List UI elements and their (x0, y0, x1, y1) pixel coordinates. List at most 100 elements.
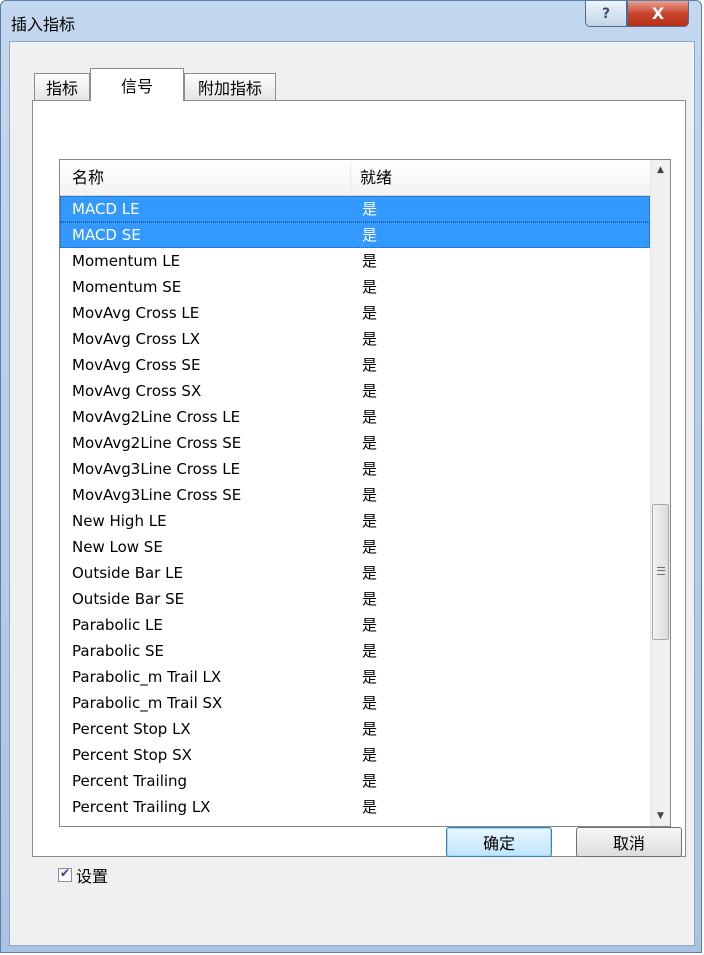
list-row[interactable]: MovAvg3Line Cross SE 是 (60, 482, 650, 508)
row-name: Parabolic SE (72, 642, 164, 660)
row-name: Percent Trailing (72, 772, 188, 790)
list-row[interactable]: MovAvg Cross SE 是 (60, 352, 650, 378)
row-ready: 是 (362, 590, 378, 608)
list-row[interactable]: MovAvg Cross SX 是 (60, 378, 650, 404)
scroll-up-arrow-icon[interactable]: ▲ (651, 160, 670, 180)
insert-indicator-dialog: 插入指标 ? X 名称 就绪 MACD LE 是 MACD SE 是 Momentum … (0, 0, 702, 953)
cancel-button[interactable]: 取消 (576, 827, 682, 857)
row-ready: 是 (362, 642, 378, 660)
column-header-ready[interactable]: 就绪 (360, 160, 392, 195)
row-name: Percent Trailing LX (72, 798, 211, 816)
row-ready: 是 (362, 720, 378, 738)
row-name: MovAvg2Line Cross SE (72, 434, 242, 452)
row-name: MovAvg3Line Cross SE (72, 486, 242, 504)
settings-checkbox[interactable] (58, 866, 72, 882)
list-row[interactable]: New Low SE 是 (60, 534, 650, 560)
row-ready: 是 (362, 252, 378, 270)
row-ready: 是 (362, 200, 378, 218)
list-row[interactable]: MovAvg Cross LX 是 (60, 326, 650, 352)
row-name: New Low SE (72, 538, 163, 556)
row-ready: 是 (362, 820, 377, 826)
tab-indicators[interactable]: 指标 (34, 73, 90, 100)
list-row[interactable]: Outside Bar SE 是 (60, 586, 650, 612)
help-button[interactable]: ? (585, 1, 627, 27)
row-name: MACD LE (72, 200, 140, 218)
close-icon: X (651, 4, 665, 23)
row-ready: 是 (362, 798, 378, 816)
vertical-scrollbar[interactable]: ▲ ▼ (650, 160, 670, 826)
list-row[interactable]: Percent Trailing LX 是 (60, 794, 650, 820)
row-ready: 是 (362, 694, 378, 712)
row-name: New High LE (72, 512, 167, 530)
list-row[interactable]: MovAvg2Line Cross SE 是 (60, 430, 650, 456)
row-ready: 是 (362, 512, 378, 530)
row-ready: 是 (362, 226, 378, 244)
row-ready: 是 (362, 304, 378, 322)
list-row[interactable]: Momentum LE 是 (60, 248, 650, 274)
row-name: Percent Trailing SX (72, 820, 212, 826)
list-row[interactable]: Percent Stop LX 是 (60, 716, 650, 742)
list-row[interactable]: Parabolic SE 是 (60, 638, 650, 664)
scrollbar-thumb[interactable] (652, 504, 669, 640)
row-name: MovAvg2Line Cross LE (72, 408, 241, 426)
list-row[interactable]: Outside Bar LE 是 (60, 560, 650, 586)
settings-checkbox-row[interactable]: 设置 (58, 865, 109, 886)
row-ready: 是 (362, 330, 378, 348)
signal-list[interactable]: 名称 就绪 MACD LE 是 MACD SE 是 Momentum LE 是 Moment… (59, 159, 671, 827)
help-icon: ? (601, 5, 611, 22)
close-button[interactable]: X (627, 1, 689, 27)
window-title: 插入指标 (11, 15, 76, 34)
tab-extra-indicators[interactable]: 附加指标 (184, 73, 276, 100)
scroll-down-arrow-icon[interactable]: ▼ (651, 806, 670, 826)
title-bar: 插入指标 ? X (1, 1, 701, 41)
row-ready: 是 (362, 486, 378, 504)
row-name: Outside Bar LE (72, 564, 183, 582)
row-name: Momentum SE (72, 278, 182, 296)
list-row[interactable]: Parabolic_m Trail SX 是 (60, 690, 650, 716)
row-name: MovAvg3Line Cross LE (72, 460, 241, 478)
list-header: 名称 就绪 (60, 160, 650, 196)
row-ready: 是 (362, 278, 378, 296)
settings-label: 设置 (76, 867, 109, 886)
row-name: Parabolic LE (72, 616, 163, 634)
row-ready: 是 (362, 434, 378, 452)
tab-panel-signals: 名称 就绪 MACD LE 是 MACD SE 是 Momentum LE 是 Moment… (32, 100, 686, 857)
row-ready: 是 (362, 746, 378, 764)
column-divider[interactable] (350, 162, 351, 193)
row-name: MovAvg Cross LX (72, 330, 201, 348)
row-ready: 是 (362, 616, 378, 634)
list-row[interactable]: MACD LE 是 (60, 196, 650, 222)
row-name: Momentum LE (72, 252, 181, 270)
column-header-name[interactable]: 名称 (72, 160, 104, 195)
list-row[interactable]: Percent Trailing SX 是 (60, 820, 650, 826)
row-ready: 是 (362, 382, 378, 400)
row-ready: 是 (362, 668, 378, 686)
row-name: Outside Bar SE (72, 590, 185, 608)
tab-signals[interactable]: 信号 (90, 68, 184, 101)
row-name: Parabolic_m Trail SX (72, 694, 223, 712)
list-row[interactable]: Percent Trailing 是 (60, 768, 650, 794)
list-row[interactable]: MovAvg2Line Cross LE 是 (60, 404, 650, 430)
row-name: MovAvg Cross SE (72, 356, 201, 374)
list-rows: MACD LE 是 MACD SE 是 Momentum LE 是 Momentum SE 是… (60, 196, 650, 826)
row-ready: 是 (362, 772, 378, 790)
row-name: Parabolic_m Trail LX (72, 668, 222, 686)
list-row[interactable]: MovAvg Cross LE 是 (60, 300, 650, 326)
row-name: MovAvg Cross SX (72, 382, 202, 400)
row-ready: 是 (362, 460, 378, 478)
list-row[interactable]: Momentum SE 是 (60, 274, 650, 300)
list-row[interactable]: Percent Stop SX 是 (60, 742, 650, 768)
list-row[interactable]: Parabolic LE 是 (60, 612, 650, 638)
row-name: Percent Stop LX (72, 720, 191, 738)
list-row[interactable]: New High LE 是 (60, 508, 650, 534)
list-row[interactable]: Parabolic_m Trail LX 是 (60, 664, 650, 690)
row-name: MACD SE (72, 226, 141, 244)
list-row[interactable]: MACD SE 是 (60, 222, 650, 248)
row-name: MovAvg Cross LE (72, 304, 200, 322)
row-ready: 是 (362, 538, 378, 556)
dialog-body: 名称 就绪 MACD LE 是 MACD SE 是 Momentum LE 是 Moment… (9, 41, 695, 946)
grip-icon (657, 567, 665, 575)
row-name: Percent Stop SX (72, 746, 192, 764)
list-row[interactable]: MovAvg3Line Cross LE 是 (60, 456, 650, 482)
ok-button[interactable]: 确定 (446, 827, 552, 857)
